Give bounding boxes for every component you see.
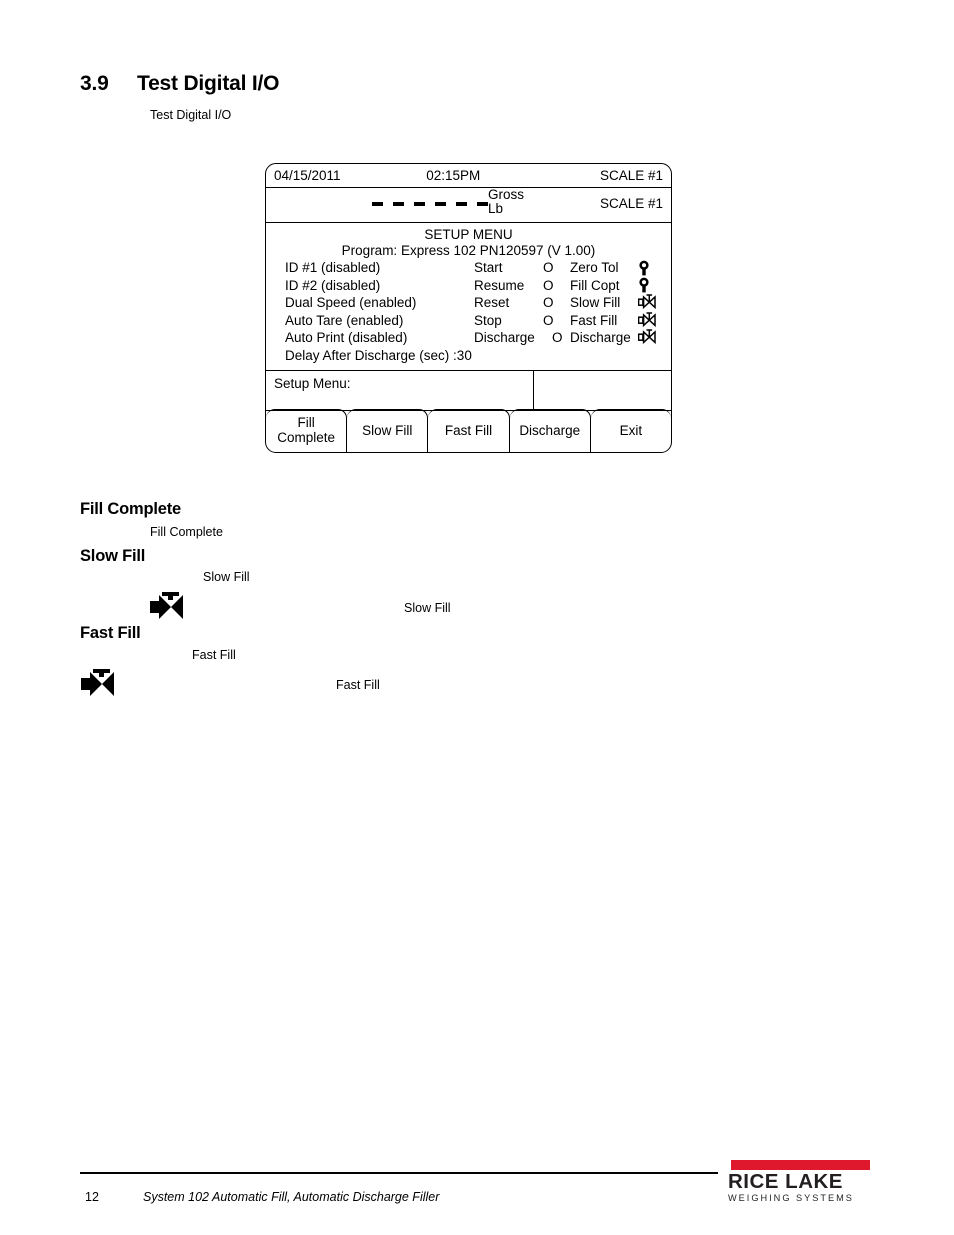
softkey-fill-complete[interactable]: Fill Complete — [266, 409, 348, 452]
io-config-label: ID #1 (disabled) — [285, 260, 381, 276]
softkey-bar: Fill Complete Slow Fill Fast Fill Dischar… — [266, 409, 672, 452]
softkey-exit[interactable]: Exit — [590, 409, 672, 451]
softkey-discharge[interactable]: Discharge — [509, 409, 591, 452]
valve-solid-icon — [150, 592, 186, 627]
indicator-display-panel: 04/15/2011 02:15PM SCALE #1 Gross Lb SCA… — [265, 163, 672, 453]
section-heading: 3.9 Test Digital I/O — [80, 72, 279, 96]
status-date: 04/15/2011 — [274, 168, 341, 183]
status-scale-label: SCALE #1 — [599, 168, 663, 183]
io-config-label: Auto Tare (enabled) — [285, 312, 404, 328]
heading-fill-complete: Fill Complete — [80, 500, 181, 518]
softkey-slow-fill[interactable]: Slow Fill — [347, 409, 429, 452]
io-output-label: Fast Fill — [570, 312, 618, 328]
io-row: ID #2 (disabled) Resume O Fill Copt — [266, 277, 671, 295]
io-output-label: Zero Tol — [570, 260, 619, 276]
io-input-label: Reset — [474, 295, 510, 311]
softkey-fast-fill[interactable]: Fast Fill — [428, 409, 510, 452]
weight-value-dashes — [372, 202, 488, 206]
io-config-label: Dual Speed (enabled) — [285, 295, 417, 311]
prompt-label: Setup Menu: — [274, 375, 351, 391]
softkey-label: Fill Complete — [277, 415, 335, 445]
light-bulb-icon — [638, 260, 658, 276]
io-output-label: Fill Copt — [570, 277, 620, 293]
fast-fill-trailing-ref: Fast Fill — [336, 678, 380, 692]
io-row: Auto Print (disabled) Discharge O Discha… — [266, 329, 671, 347]
io-output-label: Discharge — [570, 330, 631, 346]
io-row: Auto Tare (enabled) Stop O Fast Fill — [266, 312, 671, 330]
io-config-label: ID #2 (disabled) — [285, 277, 381, 293]
weight-unit-label: Lb — [488, 201, 504, 216]
logo-tagline: WEIGHING SYSTEMS — [728, 1193, 854, 1203]
fill-complete-inline-ref: Fill Complete — [150, 525, 223, 539]
logo-accent-bar — [731, 1160, 870, 1170]
delay-after-discharge-row: Delay After Discharge (sec) :30 — [285, 348, 472, 363]
io-input-label: Stop — [474, 312, 502, 328]
io-input-label: Resume — [474, 277, 525, 293]
setup-menu-title: SETUP MENU — [424, 227, 513, 242]
section-sub-reference: Test Digital I/O — [150, 108, 232, 122]
valve-solid-icon — [81, 669, 117, 704]
section-title: Test Digital I/O — [137, 72, 280, 95]
footer-document-title: System 102 Automatic Fill, Automatic Dis… — [143, 1190, 440, 1204]
valve-outline-icon — [638, 312, 658, 329]
io-state-value: O — [543, 312, 554, 328]
io-state-value: O — [543, 260, 554, 276]
io-input-label: Start — [474, 260, 503, 276]
io-row: Dual Speed (enabled) Reset O Slow Fill — [266, 294, 671, 312]
heading-slow-fill: Slow Fill — [80, 547, 146, 565]
valve-outline-icon — [638, 294, 658, 311]
io-config-label: Auto Print (disabled) — [285, 330, 408, 346]
valve-outline-icon — [638, 329, 658, 346]
weight-mode-label: Gross — [488, 187, 525, 202]
io-row: ID #1 (disabled) Start O Zero Tol — [266, 259, 671, 277]
slow-fill-inline-ref: Slow Fill — [203, 570, 250, 584]
setup-menu-body: SETUP MENU Program: Express 102 PN120597… — [266, 223, 671, 371]
io-input-label: Discharge — [474, 330, 535, 346]
io-output-label: Slow Fill — [570, 295, 621, 311]
weight-scale-label: SCALE #1 — [599, 196, 663, 211]
logo-brand-name: RICE LAKE — [728, 1170, 843, 1193]
footer-rule — [80, 1172, 718, 1175]
status-time: 02:15PM — [426, 168, 481, 183]
fast-fill-inline-ref: Fast Fill — [192, 648, 236, 662]
rice-lake-logo: RICE LAKE WEIGHING SYSTEMS — [728, 1160, 874, 1203]
io-state-value: O — [543, 295, 554, 311]
prompt-divider — [533, 370, 535, 410]
heading-fast-fill: Fast Fill — [80, 624, 141, 642]
io-state-value: O — [552, 330, 563, 346]
prompt-row: Setup Menu: — [266, 370, 671, 411]
light-bulb-icon — [638, 277, 658, 293]
footer-page-number: 12 — [85, 1190, 99, 1204]
weight-display-area: Gross Lb SCALE #1 — [266, 187, 671, 223]
setup-program-line: Program: Express 102 PN120597 (V 1.00) — [341, 243, 596, 258]
io-state-value: O — [543, 277, 554, 293]
slow-fill-trailing-ref: Slow Fill — [404, 601, 451, 615]
section-number: 3.9 — [80, 72, 109, 95]
display-status-bar: 04/15/2011 02:15PM SCALE #1 — [266, 164, 671, 188]
